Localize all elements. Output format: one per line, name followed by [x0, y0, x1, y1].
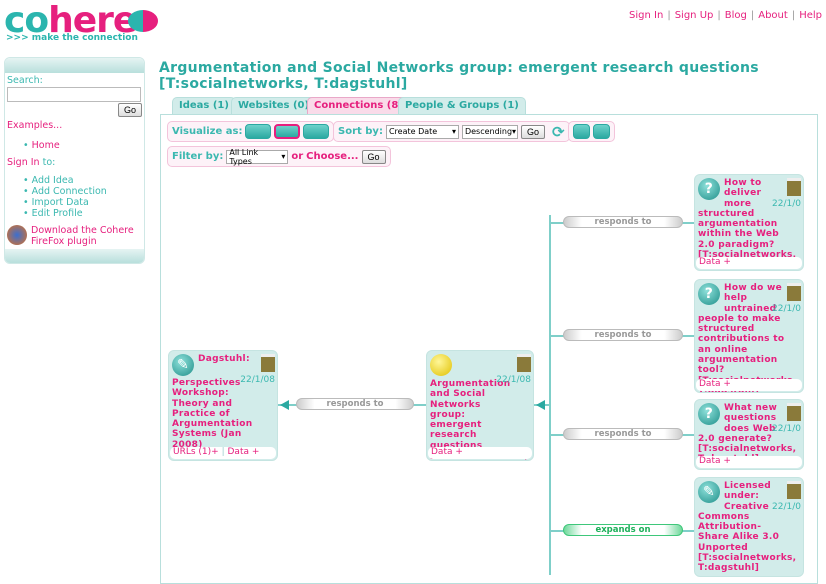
- question-icon: ?: [698, 283, 720, 305]
- author-avatar[interactable]: [261, 354, 275, 372]
- link-type-select[interactable]: All Link Types ▾: [226, 148, 289, 166]
- data-link[interactable]: Data +: [699, 456, 731, 466]
- tree-view-icon[interactable]: [303, 124, 330, 139]
- connection-label[interactable]: responds to: [563, 428, 683, 440]
- search-go-button[interactable]: Go: [117, 103, 142, 117]
- author-avatar[interactable]: [787, 403, 801, 421]
- about-link[interactable]: About: [758, 10, 788, 21]
- sort-go-button[interactable]: Go: [520, 124, 545, 139]
- connection-label[interactable]: expands on: [563, 524, 683, 536]
- connector-trunk: [549, 215, 551, 575]
- edit-profile-link[interactable]: Edit Profile: [23, 208, 142, 219]
- sidebar: Search: Go Examples... Home Sign In to: …: [4, 57, 145, 264]
- question-icon: ?: [698, 178, 720, 200]
- idea-bulb-icon: [430, 354, 452, 376]
- idea-node[interactable]: ? How to deliver more structured argument…: [694, 174, 804, 271]
- add-idea-link[interactable]: Add Idea: [23, 175, 142, 186]
- refresh-icon[interactable]: ⟳: [552, 123, 565, 141]
- url-icon: ✎: [172, 354, 194, 376]
- blog-link[interactable]: Blog: [725, 10, 747, 21]
- tab-connections[interactable]: Connections (8): [307, 97, 410, 115]
- urls-link[interactable]: URLs (1)+: [173, 447, 219, 457]
- url-icon: ✎: [698, 481, 720, 503]
- network-view-icon[interactable]: [274, 124, 301, 139]
- author-avatar[interactable]: [787, 178, 801, 196]
- sort-field-select[interactable]: Create Date ▾: [385, 124, 459, 139]
- data-link[interactable]: Data +: [699, 257, 731, 267]
- connection-label[interactable]: responds to: [563, 216, 683, 228]
- tab-people-groups[interactable]: People & Groups (1): [398, 97, 526, 115]
- idea-node[interactable]: ✎ Dagstuhl: Perspectives Workshop: Theory…: [168, 350, 278, 461]
- embed-icon[interactable]: [593, 124, 610, 139]
- examples-heading: Examples...: [7, 120, 63, 131]
- firefox-icon: [7, 225, 27, 245]
- arrow-icon: [280, 400, 289, 410]
- sort-order-select[interactable]: Descending ▾: [461, 124, 518, 139]
- filter-toolbar: Filter by: All Link Types ▾ or Choose... …: [167, 146, 391, 167]
- sign-in-link[interactable]: Sign In: [629, 10, 663, 21]
- link-icon[interactable]: [573, 124, 590, 139]
- example-home-link[interactable]: Home: [23, 140, 142, 151]
- connection-label[interactable]: responds to: [563, 329, 683, 341]
- tab-ideas[interactable]: Ideas (1): [172, 97, 236, 115]
- page-title: Argumentation and Social Networks group:…: [159, 60, 759, 92]
- logo-orb-icon: [128, 10, 158, 32]
- visualize-toolbar: Visualize as:: [167, 121, 335, 142]
- idea-node[interactable]: Argumentation and Social Networks group:…: [426, 350, 534, 461]
- tab-websites[interactable]: Websites (0): [231, 97, 317, 115]
- idea-node[interactable]: ? What new questions does Web 2.0 generat…: [694, 399, 804, 470]
- connection-label[interactable]: responds to: [296, 398, 414, 410]
- author-avatar[interactable]: [517, 354, 531, 372]
- author-avatar[interactable]: [787, 481, 801, 499]
- data-link[interactable]: Data +: [699, 379, 731, 389]
- top-nav: Sign In | Sign Up | Blog | About | Help: [629, 10, 822, 21]
- search-label: Search:: [7, 75, 43, 86]
- question-icon: ?: [698, 403, 720, 425]
- list-view-icon[interactable]: [245, 124, 272, 139]
- tagline: >>> make the connection: [6, 33, 138, 43]
- choose-link[interactable]: Choose...: [306, 151, 358, 162]
- sign-in-link[interactable]: Sign In: [7, 157, 40, 168]
- sort-toolbar: Sort by: Create Date ▾ Descending ▾ Go ⟳: [333, 121, 570, 142]
- idea-node[interactable]: ✎ Licensed under: Creative Commons Attrib…: [694, 477, 804, 577]
- help-link[interactable]: Help: [799, 10, 822, 21]
- idea-node[interactable]: ? How do we help untrained people to make…: [694, 279, 804, 393]
- filter-go-button[interactable]: Go: [361, 149, 386, 164]
- add-connection-link[interactable]: Add Connection: [23, 186, 142, 197]
- import-data-link[interactable]: Import Data: [23, 197, 142, 208]
- author-avatar[interactable]: [787, 283, 801, 301]
- link-toolbar: [568, 121, 615, 142]
- data-link[interactable]: Data +: [228, 447, 260, 457]
- search-input[interactable]: [7, 87, 141, 102]
- firefox-plugin-link[interactable]: Download the Cohere FireFox plugin: [31, 225, 142, 247]
- sign-up-link[interactable]: Sign Up: [675, 10, 714, 21]
- arrow-icon: [536, 400, 545, 410]
- data-link[interactable]: Data +: [431, 447, 463, 457]
